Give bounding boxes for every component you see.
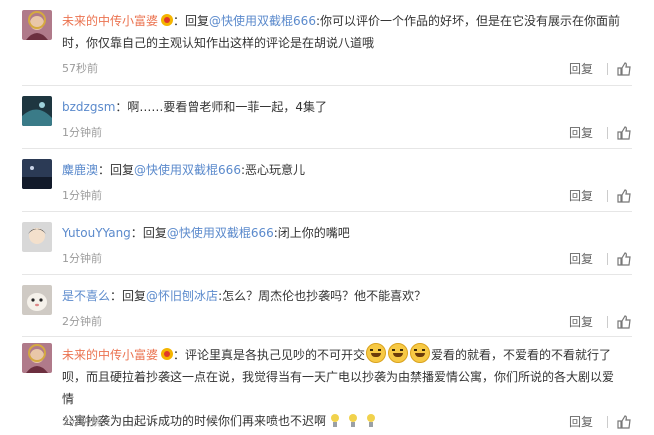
reply-prefix: 回复 xyxy=(142,226,167,240)
avatar[interactable] xyxy=(22,343,52,373)
like-icon[interactable] xyxy=(616,414,632,430)
divider xyxy=(22,148,632,149)
avatar[interactable] xyxy=(22,10,52,40)
like-icon[interactable] xyxy=(616,251,632,267)
comment-actions: 回复 xyxy=(569,187,632,204)
username-link[interactable]: 麋鹿澳 xyxy=(62,163,98,177)
divider xyxy=(22,211,632,212)
lamp-emoji-icon xyxy=(348,414,358,428)
comment-body: 麋鹿澳：回复@快使用双截棍666:恶心玩意儿 xyxy=(62,163,305,177)
comment-text: 时，你仅靠自己的主观认知作出这样的评论是在胡说八道哦 xyxy=(62,36,375,50)
divider xyxy=(22,85,632,86)
avatar[interactable] xyxy=(22,285,52,315)
comment-text: :你可以评价一个作品的好坏，但是在它没有展示在你面前 xyxy=(315,14,620,28)
username-link[interactable]: 未来的中传小富婆 xyxy=(62,14,158,28)
divider xyxy=(607,62,608,75)
username-link[interactable]: bzdzgsm xyxy=(62,100,115,114)
like-icon[interactable] xyxy=(616,125,632,141)
mention-link[interactable]: @快使用双截棍666 xyxy=(134,163,241,177)
laughing-emoji-icon xyxy=(366,343,387,363)
username-link[interactable]: YutouYYang xyxy=(62,226,131,240)
like-icon[interactable] xyxy=(616,188,632,204)
reply-button[interactable]: 回复 xyxy=(569,60,593,77)
comment-body: bzdzgsm：啊……要看曾老师和一菲一起，4集了 xyxy=(62,96,624,118)
comment-body: 未来的中传小富婆 ：回复@快使用双截棍666:你可以评价一个作品的好坏，但是在它没… xyxy=(62,14,620,50)
timestamp: 2分钟前 xyxy=(62,315,102,328)
reply-prefix: 回复 xyxy=(122,289,147,303)
comment-actions: 回复 xyxy=(569,250,632,267)
comment-actions: 回复 xyxy=(569,413,632,430)
comment-text: :闭上你的嘴吧 xyxy=(273,226,350,240)
divider xyxy=(607,252,608,265)
crown-badge-icon xyxy=(161,14,174,26)
divider xyxy=(607,189,608,202)
reply-prefix: 回复 xyxy=(110,163,135,177)
username-link[interactable]: 未来的中传小富婆 xyxy=(62,348,158,362)
timestamp: 1分钟前 xyxy=(62,126,102,139)
timestamp: 3分钟前 xyxy=(62,415,102,428)
comment-body: YutouYYang：回复@快使用双截棍666:闭上你的嘴吧 xyxy=(62,226,350,240)
mention-link[interactable]: @快使用双截棍666 xyxy=(209,14,316,28)
reply-button[interactable]: 回复 xyxy=(569,313,593,330)
comment-text: ：评论里真是各执己见吵的不可开交 xyxy=(173,348,366,362)
comment-actions: 回复 xyxy=(569,313,632,330)
reply-button[interactable]: 回复 xyxy=(569,250,593,267)
lamp-emoji-icon xyxy=(366,414,376,428)
comment-text: :怎么？周杰伦也抄袭吗？他不能喜欢？ xyxy=(218,289,427,303)
mention-link[interactable]: @快使用双截棍666 xyxy=(167,226,274,240)
divider xyxy=(22,336,632,337)
timestamp: 57秒前 xyxy=(62,62,98,75)
divider xyxy=(607,415,608,428)
comment-body: 是不喜么：回复@怀旧刨冰店:怎么？周杰伦也抄袭吗？他不能喜欢？ xyxy=(62,289,427,303)
divider xyxy=(607,315,608,328)
mention-link[interactable]: @怀旧刨冰店 xyxy=(146,289,218,303)
avatar[interactable] xyxy=(22,96,52,126)
comment-actions: 回复 xyxy=(569,124,632,141)
reply-button[interactable]: 回复 xyxy=(569,124,593,141)
reply-button[interactable]: 回复 xyxy=(569,187,593,204)
avatar[interactable] xyxy=(22,159,52,189)
reply-prefix: 回复 xyxy=(185,14,210,28)
comment-list: 未来的中传小富婆 ：回复@快使用双截棍666:你可以评价一个作品的好坏，但是在它没… xyxy=(0,0,654,435)
timestamp: 1分钟前 xyxy=(62,189,102,202)
comment-text: 爱看的就看，不爱看的不看就行了 xyxy=(431,348,612,362)
like-icon[interactable] xyxy=(616,61,632,77)
divider xyxy=(22,274,632,275)
laughing-emoji-icon xyxy=(410,343,431,363)
like-icon[interactable] xyxy=(616,314,632,330)
comment-text: ：啊……要看曾老师和一菲一起，4集了 xyxy=(115,100,328,114)
timestamp: 1分钟前 xyxy=(62,252,102,265)
reply-button[interactable]: 回复 xyxy=(569,413,593,430)
crown-badge-icon xyxy=(161,348,174,360)
lamp-emoji-icon xyxy=(330,414,340,428)
laughing-emoji-icon xyxy=(388,343,409,363)
comment-text: 呗，而且硬拉着抄袭这一点在说，我觉得当有一天广电以抄袭为由禁播爱情公寓，你们所说… xyxy=(62,370,615,406)
comment-actions: 回复 xyxy=(569,60,632,77)
comment-text: :恶心玩意儿 xyxy=(240,163,305,177)
divider xyxy=(607,126,608,139)
comment-body: 未来的中传小富婆 ：评论里真是各执己见吵的不可开交 爱看的就看，不爱看的不看就行了 … xyxy=(62,343,624,432)
avatar[interactable] xyxy=(22,222,52,252)
username-link[interactable]: 是不喜么 xyxy=(62,289,110,303)
